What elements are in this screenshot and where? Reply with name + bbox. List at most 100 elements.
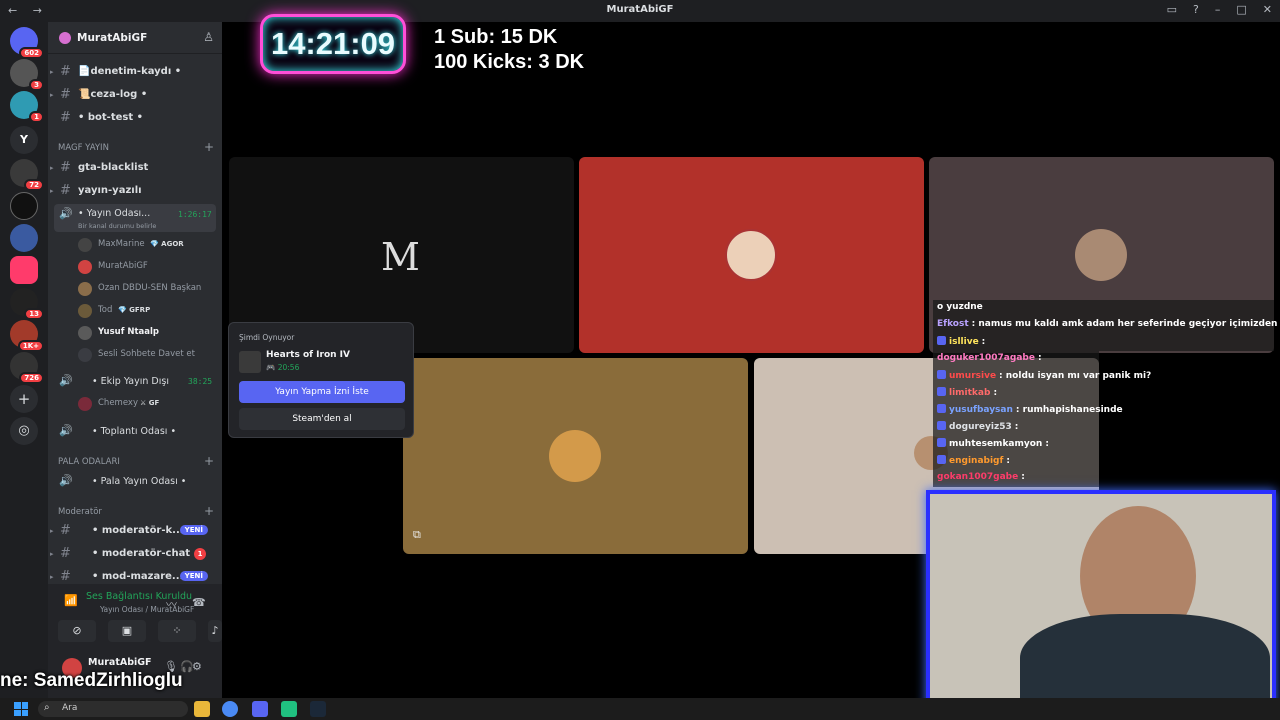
now-playing-popup: Şimdi Oynuyor Hearts of Iron IV 🎮 20:56 … <box>228 322 414 438</box>
file-explorer-icon[interactable] <box>194 701 210 717</box>
camera-off-button[interactable]: ⊘ <box>58 620 96 642</box>
channel-moderator-chat[interactable]: ▸ # • moderatör-chat 1 <box>50 544 216 564</box>
request-stream-button[interactable]: Yayın Yapma İzni İste <box>239 381 405 403</box>
game-title: Hearts of Iron IV <box>266 350 350 360</box>
hash-icon: # <box>60 64 71 79</box>
voice-channel-label: • Toplantı Odası • <box>92 426 177 437</box>
server-icon[interactable]: 13 <box>10 288 44 320</box>
channel-label: • bot-test • <box>78 112 143 123</box>
current-user-name[interactable]: MuratAbiGF <box>88 657 152 668</box>
channel-ceza-log[interactable]: ▸ # 📜ceza-log • <box>50 85 216 105</box>
voice-channel-toplanti[interactable]: 🔊 • Toplantı Odası • <box>54 422 216 442</box>
channel-moderator-k[interactable]: ▸ # • moderatör-k... YENİ <box>50 521 216 541</box>
unread-badge: 3 <box>29 79 44 91</box>
discord-home-icon[interactable]: 602 <box>10 27 44 59</box>
voice-member[interactable]: Yusuf Ntaalp <box>78 324 218 342</box>
chat-message: gokan1007gabe: <box>933 470 1099 487</box>
collapse-arrow-icon: ▸ <box>50 91 54 99</box>
settings-gear-icon[interactable]: ⚙ <box>192 660 202 673</box>
server-header[interactable]: MuratAbiGF ♙ <box>48 22 222 54</box>
unread-badge: 1K+ <box>17 340 44 352</box>
steam-icon[interactable] <box>310 701 326 717</box>
avatar <box>78 282 92 296</box>
noise-suppression-icon[interactable]: 〰 <box>166 596 177 612</box>
taskbar-search[interactable]: ⌕ Ara <box>38 701 188 717</box>
add-channel-icon[interactable]: + <box>204 504 214 518</box>
channel-denetim-kaydi[interactable]: ▸ # 📄denetim-kaydı • <box>50 62 216 82</box>
invite-to-voice[interactable]: Sesli Sohbete Davet et <box>78 346 218 364</box>
screen-share-button[interactable]: ▣ <box>108 620 146 642</box>
server-icon[interactable] <box>10 192 38 220</box>
help-icon[interactable]: ? <box>1193 3 1199 16</box>
server-icon[interactable] <box>10 224 38 252</box>
connection-channel[interactable]: Yayın Odası / MuratAbiGF <box>100 605 194 614</box>
member-name: Ozan DBDU-SEN Başkan <box>98 283 202 293</box>
voice-channel-ekip[interactable]: 🔊 • Ekip Yayın Dışı 38:25 <box>54 372 216 392</box>
chat-text: : rumhapishanesinde <box>1015 405 1123 415</box>
server-icon[interactable]: 1 <box>10 91 44 123</box>
activities-button[interactable]: ⁘ <box>158 620 196 642</box>
add-channel-icon[interactable]: + <box>204 140 214 154</box>
server-icon[interactable]: 1K+ <box>10 320 44 352</box>
channel-yayin-yazili[interactable]: ▸ # yayın-yazılı <box>50 181 216 201</box>
invite-icon <box>78 348 92 362</box>
new-badge: YENİ <box>179 525 208 535</box>
discord-taskbar-icon[interactable] <box>252 701 268 717</box>
voice-member[interactable]: Ozan DBDU-SEN Başkan <box>78 280 218 298</box>
channel-bot-test[interactable]: # • bot-test • <box>54 108 216 128</box>
category-pala-odalari[interactable]: PALA ODALARI <box>58 457 120 467</box>
hash-icon: # <box>60 523 71 538</box>
participant-tile[interactable] <box>579 157 924 353</box>
chat-user: enginabigf <box>949 456 1004 466</box>
mention-badge: 1 <box>194 548 206 560</box>
signal-icon[interactable]: 📶 <box>64 594 78 607</box>
category-magf-yayin[interactable]: MAGF YAYIN <box>58 143 109 153</box>
close-icon[interactable]: ✕ <box>1263 3 1272 16</box>
windows-start-icon[interactable] <box>14 702 28 716</box>
chrome-icon[interactable] <box>222 701 238 717</box>
channel-label: • moderatör-k... <box>92 525 184 536</box>
add-channel-icon[interactable]: + <box>204 454 214 468</box>
server-icon[interactable]: 72 <box>10 159 44 191</box>
server-icon[interactable]: Y <box>10 126 38 154</box>
voice-channel-label: • Pala Yayın Odası • <box>92 476 187 487</box>
add-server-icon[interactable]: + <box>10 385 38 413</box>
participant-tile[interactable]: ⧉ <box>403 358 748 554</box>
add-friend-icon[interactable]: ♙ <box>203 30 214 44</box>
avatar <box>725 229 777 281</box>
get-on-steam-button[interactable]: Steam'den al <box>239 408 405 430</box>
server-icon[interactable]: 3 <box>10 59 44 91</box>
voice-member[interactable]: MuratAbiGF <box>78 258 218 276</box>
category-moderator[interactable]: Moderatör <box>58 507 102 517</box>
channel-label: yayın-yazılı <box>78 185 142 196</box>
voice-channel-pala[interactable]: 🔊 • Pala Yayın Odası • <box>54 472 216 492</box>
server-icon[interactable]: 726 <box>10 352 44 384</box>
webcam-overlay <box>926 490 1276 716</box>
minimize-icon[interactable]: – <box>1215 3 1221 16</box>
collapse-arrow-icon: ▸ <box>50 68 54 76</box>
sub-goal: 1 Sub: 15 DK <box>434 26 558 48</box>
channel-label: gta-blacklist <box>78 162 149 173</box>
server-rail: 602 3 1 Y 72 13 1K+ 726 + ◎ <box>0 22 48 698</box>
explore-icon[interactable]: ◎ <box>10 417 38 445</box>
channel-label: • moderatör-chat <box>92 548 191 559</box>
channel-gta-blacklist[interactable]: ▸ # gta-blacklist <box>50 158 216 178</box>
disconnect-icon[interactable]: ☎ <box>192 596 206 609</box>
inbox-icon[interactable]: ▭ <box>1167 3 1177 16</box>
stream-overlay-name: ne: SamedZirhlioglu <box>0 670 183 691</box>
channel-label: 📜ceza-log • <box>78 89 148 100</box>
chat-user: Efkost <box>937 319 969 329</box>
channel-status[interactable]: Bir kanal durumu belirle <box>78 222 156 230</box>
badge-icon <box>937 387 946 396</box>
app-icon[interactable] <box>281 701 297 717</box>
server-icon[interactable] <box>10 256 38 284</box>
voice-member[interactable]: MaxMarine 💎 AGOR <box>78 236 218 254</box>
voice-member[interactable]: Chemexy ⚔ GF <box>78 395 218 413</box>
soundboard-button[interactable]: ♪ <box>208 620 222 642</box>
badge-icon <box>937 370 946 379</box>
member-tag: 💎 AGOR <box>150 240 184 248</box>
maximize-icon[interactable]: □ <box>1236 3 1246 16</box>
voice-member[interactable]: Tod 💎 GFRP <box>78 302 218 320</box>
avatar <box>549 430 601 482</box>
voice-channel-yayin-odasi[interactable]: 🔊 • Yayın Odası... 1:26:17 Bir kanal dur… <box>54 204 216 232</box>
